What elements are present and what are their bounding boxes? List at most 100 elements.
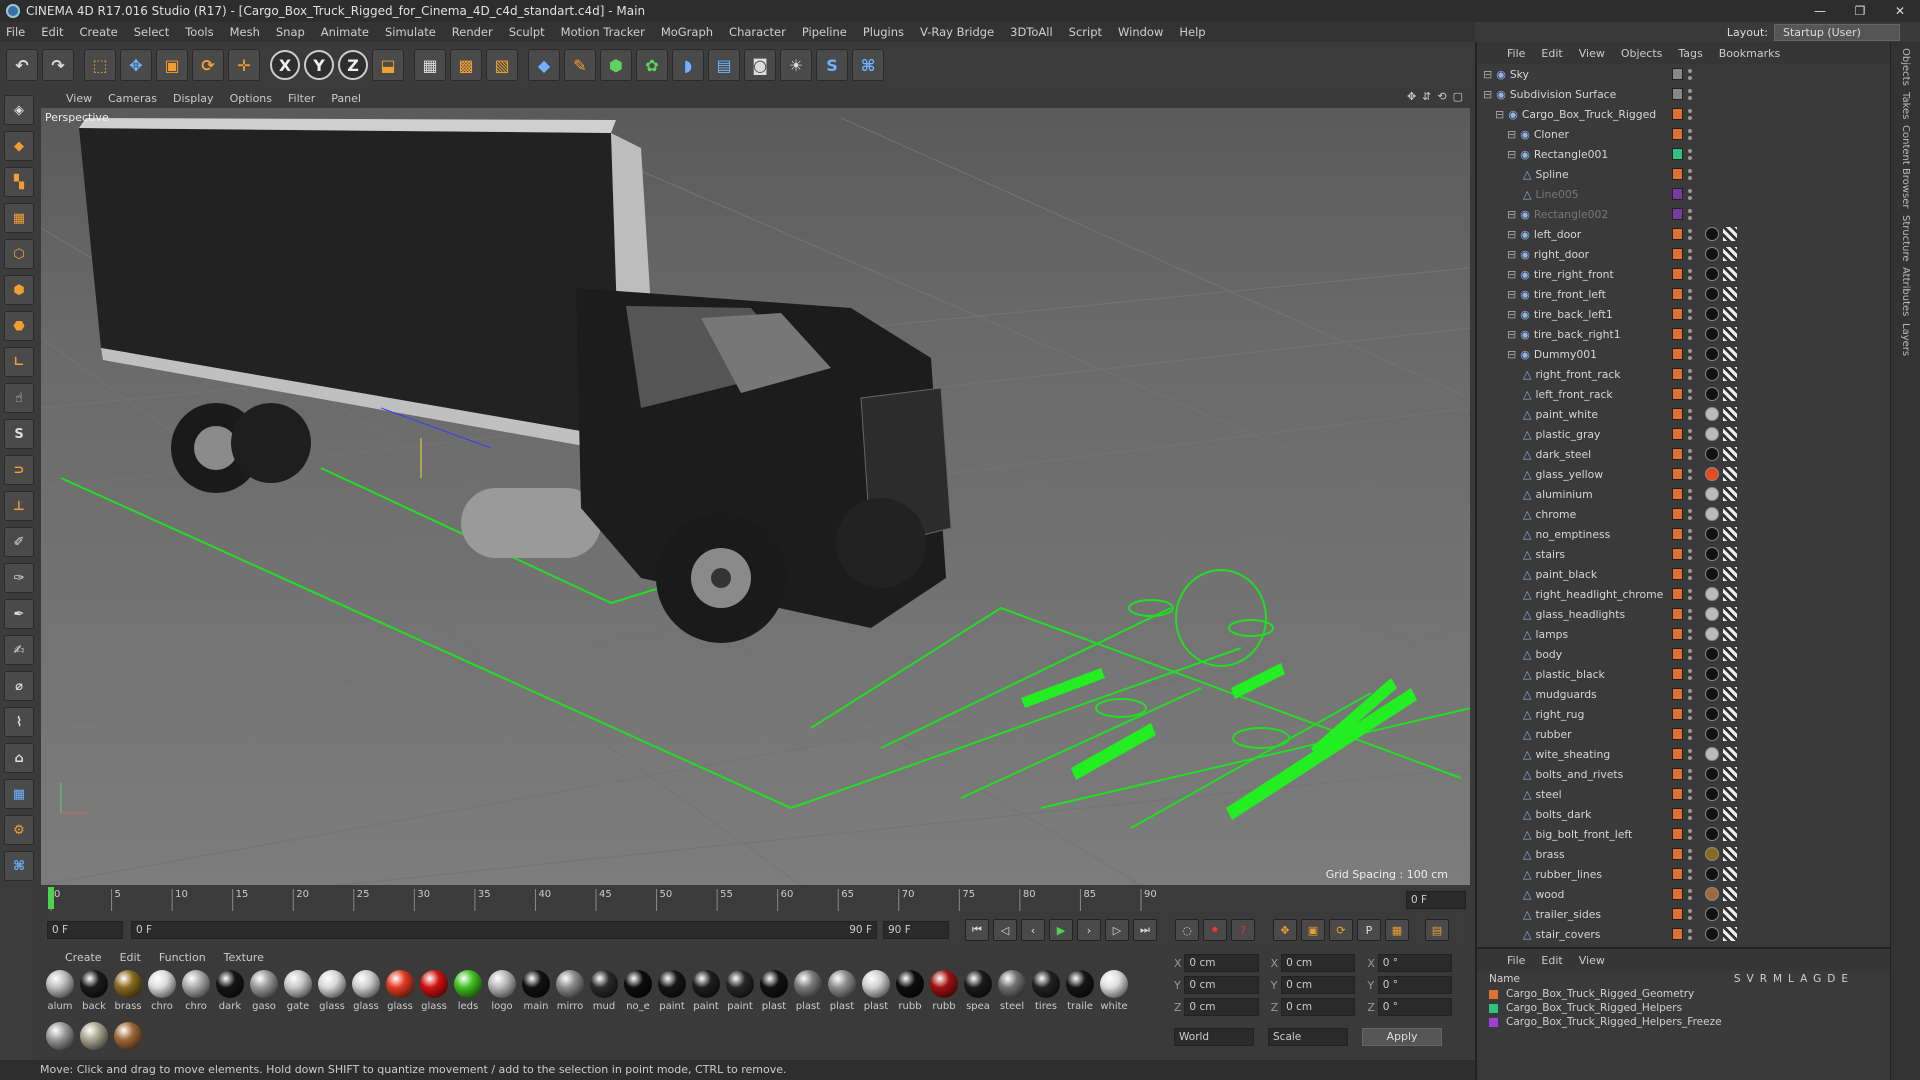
layer-color-swatch[interactable] xyxy=(1672,128,1683,140)
editor-visibility-dot[interactable] xyxy=(1688,169,1692,173)
layer-menu-view[interactable]: View xyxy=(1579,954,1605,967)
layer-color-swatch[interactable] xyxy=(1672,648,1683,660)
side-tab-objects[interactable]: Objects xyxy=(1900,48,1911,86)
make-editable-icon[interactable]: ◈ xyxy=(4,95,34,125)
layer-menu-file[interactable]: File xyxy=(1507,954,1525,967)
editor-visibility-dot[interactable] xyxy=(1688,909,1692,913)
editor-visibility-dot[interactable] xyxy=(1688,349,1692,353)
layer-color-swatch[interactable] xyxy=(1672,348,1683,360)
material-swatch[interactable]: plast xyxy=(757,970,791,1022)
pen-spline-icon[interactable]: ✎ xyxy=(564,49,596,81)
python-console-icon[interactable]: ⌘ xyxy=(4,851,34,881)
editor-visibility-dot[interactable] xyxy=(1688,209,1692,213)
editor-visibility-dot[interactable] xyxy=(1688,309,1692,313)
expand-icon[interactable]: ⊟ xyxy=(1483,88,1492,101)
layer-color-swatch[interactable] xyxy=(1672,328,1683,340)
render-visibility-dot[interactable] xyxy=(1688,656,1692,660)
material-tag-icon[interactable] xyxy=(1705,227,1719,241)
editor-visibility-dot[interactable] xyxy=(1688,829,1692,833)
editor-visibility-dot[interactable] xyxy=(1688,709,1692,713)
side-tab-takes[interactable]: Takes xyxy=(1900,92,1911,119)
render-visibility-dot[interactable] xyxy=(1688,816,1692,820)
points-mode-icon[interactable]: ⬡ xyxy=(4,239,34,269)
layer-color-swatch[interactable] xyxy=(1672,228,1683,240)
close-button[interactable]: ✕ xyxy=(1880,0,1920,22)
render-visibility-dot[interactable] xyxy=(1688,836,1692,840)
cube-icon[interactable]: ◆ xyxy=(528,49,560,81)
object-row[interactable]: ⊟ ◉ left_door xyxy=(1477,224,1890,244)
material-swatch[interactable]: steel xyxy=(995,970,1029,1022)
object-row[interactable]: ⊟ ◉ Subdivision Surface xyxy=(1477,84,1890,104)
material-swatch[interactable]: rubb xyxy=(893,970,927,1022)
key-position-icon[interactable]: ✥ xyxy=(1273,919,1297,941)
motion-record-icon[interactable]: ◌ xyxy=(1175,919,1199,941)
side-tab-attributes[interactable]: Attributes xyxy=(1900,267,1911,316)
expand-icon[interactable]: ⊟ xyxy=(1507,288,1516,301)
material-swatch[interactable]: no_e xyxy=(621,970,655,1022)
render-view-icon[interactable]: ▦ xyxy=(414,49,446,81)
material-menu-edit[interactable]: Edit xyxy=(120,951,141,964)
editor-visibility-dot[interactable] xyxy=(1688,609,1692,613)
layer-color-swatch[interactable] xyxy=(1672,148,1683,160)
editor-visibility-dot[interactable] xyxy=(1688,509,1692,513)
material-swatch[interactable]: leds xyxy=(451,970,485,1022)
material-tag-icon[interactable] xyxy=(1705,287,1719,301)
minimize-button[interactable]: — xyxy=(1800,0,1840,22)
key-scale-icon[interactable]: ▣ xyxy=(1301,919,1325,941)
layer-color-swatch[interactable] xyxy=(1672,208,1683,220)
menu-tools[interactable]: Tools xyxy=(185,25,213,39)
viewport-menu-display[interactable]: Display xyxy=(173,92,214,105)
material-tag-icon[interactable] xyxy=(1705,787,1719,801)
editor-visibility-dot[interactable] xyxy=(1688,669,1692,673)
material-tag-icon[interactable] xyxy=(1705,567,1719,581)
editor-visibility-dot[interactable] xyxy=(1688,249,1692,253)
viewport-scene[interactable] xyxy=(41,108,1470,885)
expand-icon[interactable]: ⊟ xyxy=(1507,208,1516,221)
material-swatch[interactable]: glass xyxy=(383,970,417,1022)
render-visibility-dot[interactable] xyxy=(1688,296,1692,300)
gear-icon[interactable]: ⚙ xyxy=(4,815,34,845)
menu-v-ray-bridge[interactable]: V-Ray Bridge xyxy=(920,25,994,39)
render-visibility-dot[interactable] xyxy=(1688,236,1692,240)
layer-color-swatch[interactable] xyxy=(1489,989,1498,999)
uvw-tag-icon[interactable] xyxy=(1723,387,1737,401)
material-swatch[interactable]: traile xyxy=(1063,970,1097,1022)
material-swatch[interactable]: dark xyxy=(213,970,247,1022)
editor-visibility-dot[interactable] xyxy=(1688,749,1692,753)
x-axis-lock-icon[interactable]: X xyxy=(270,50,300,80)
material-swatch[interactable]: gaso xyxy=(247,970,281,1022)
uvw-tag-icon[interactable] xyxy=(1723,627,1737,641)
object-row[interactable]: △ big_bolt_front_left xyxy=(1477,824,1890,844)
render-visibility-dot[interactable] xyxy=(1688,916,1692,920)
script-icon[interactable]: S xyxy=(816,49,848,81)
editor-visibility-dot[interactable] xyxy=(1688,889,1692,893)
uvw-tag-icon[interactable] xyxy=(1723,427,1737,441)
uvw-tag-icon[interactable] xyxy=(1723,827,1737,841)
material-tag-icon[interactable] xyxy=(1705,627,1719,641)
material-tag-icon[interactable] xyxy=(1705,307,1719,321)
layer-color-swatch[interactable] xyxy=(1672,428,1683,440)
material-tag-icon[interactable] xyxy=(1705,827,1719,841)
layer-color-swatch[interactable] xyxy=(1672,188,1683,200)
menu-animate[interactable]: Animate xyxy=(321,25,369,39)
material-menu-create[interactable]: Create xyxy=(65,951,102,964)
editor-visibility-dot[interactable] xyxy=(1688,409,1692,413)
layer-color-swatch[interactable] xyxy=(1489,1017,1498,1027)
object-row[interactable]: △ paint_black xyxy=(1477,564,1890,584)
layer-color-swatch[interactable] xyxy=(1672,828,1683,840)
object-row[interactable]: △ brass xyxy=(1477,844,1890,864)
uvw-tag-icon[interactable] xyxy=(1723,487,1737,501)
editor-visibility-dot[interactable] xyxy=(1688,129,1692,133)
python-icon[interactable]: ⌘ xyxy=(852,49,884,81)
menu-window[interactable]: Window xyxy=(1118,25,1163,39)
render-visibility-dot[interactable] xyxy=(1688,376,1692,380)
object-row[interactable]: △ aluminium xyxy=(1477,484,1890,504)
uvw-tag-icon[interactable] xyxy=(1723,247,1737,261)
editor-visibility-dot[interactable] xyxy=(1688,89,1692,93)
rotate-tool-icon[interactable]: ⟳ xyxy=(192,49,224,81)
editor-visibility-dot[interactable] xyxy=(1688,649,1692,653)
material-menu-texture[interactable]: Texture xyxy=(224,951,264,964)
uvw-tag-icon[interactable] xyxy=(1723,887,1737,901)
coord-value-field[interactable]: 0 cm xyxy=(1281,954,1356,972)
bridge-icon[interactable]: ⌇ xyxy=(4,707,34,737)
